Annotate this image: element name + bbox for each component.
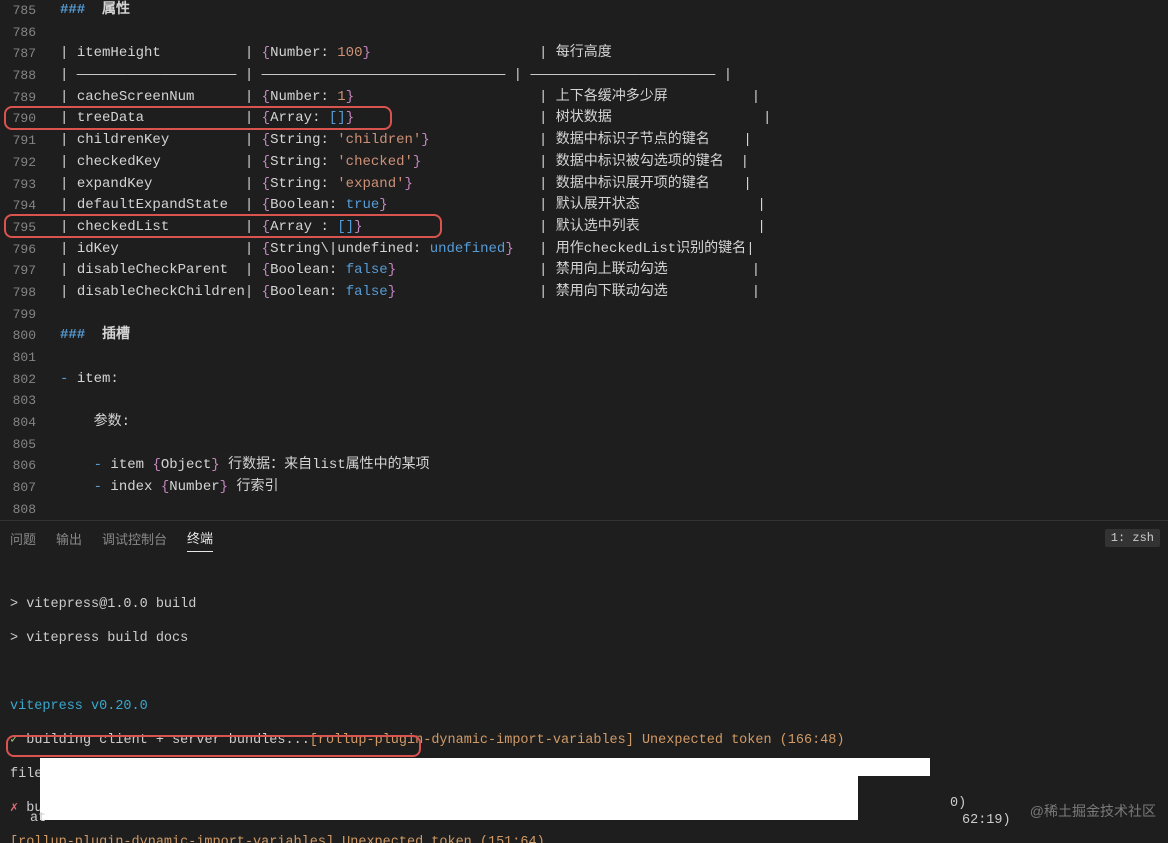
line-number: 794: [0, 195, 36, 217]
code-line[interactable]: [60, 347, 1168, 369]
code-line[interactable]: | childrenKey | {String: 'children'} | 数…: [60, 130, 1168, 152]
code-line[interactable]: | disableCheckChildren| {Boolean: false}…: [60, 282, 1168, 304]
code-line[interactable]: - index {Number} 行索引: [60, 477, 1168, 499]
line-number: 806: [0, 455, 36, 477]
code-line[interactable]: | cacheScreenNum | {Number: 1} | 上下各缓冲多少…: [60, 87, 1168, 109]
line-number: 786: [0, 22, 36, 44]
line-number: 803: [0, 390, 36, 412]
line-number: 798: [0, 282, 36, 304]
panel-tabs: 问题 输出 调试控制台 终端 1: zsh: [0, 520, 1168, 555]
tab-problems[interactable]: 问题: [10, 525, 36, 552]
code-line[interactable]: [60, 390, 1168, 412]
terminal-line: vitepress v0.20.0: [10, 698, 1158, 715]
line-number: 795: [0, 217, 36, 239]
code-line[interactable]: | treeData | {Array: []} | 树状数据 |: [60, 108, 1168, 130]
code-line[interactable]: | checkedList | {Array : []} | 默认选中列表 |: [60, 217, 1168, 239]
line-number: 787: [0, 43, 36, 65]
tab-debug-console[interactable]: 调试控制台: [102, 525, 167, 552]
terminal-line: > vitepress@1.0.0 build: [10, 596, 1158, 613]
code-line[interactable]: | expandKey | {String: 'expand'} | 数据中标识…: [60, 174, 1168, 196]
code-line[interactable]: [60, 499, 1168, 520]
terminal-line: > vitepress build docs: [10, 630, 1158, 647]
code-line[interactable]: - item {Object} 行数据：来自list属性中的某项: [60, 455, 1168, 477]
line-number: 805: [0, 434, 36, 456]
code-line[interactable]: [60, 304, 1168, 326]
line-number: 807: [0, 477, 36, 499]
line-number: 791: [0, 130, 36, 152]
code-line[interactable]: 参数:: [60, 412, 1168, 434]
line-number: 804: [0, 412, 36, 434]
code-line[interactable]: [60, 22, 1168, 44]
terminal-line: 0): [950, 795, 966, 812]
line-number: 785: [0, 0, 36, 22]
line-number: 802: [0, 369, 36, 391]
line-number: 796: [0, 239, 36, 261]
line-number: 799: [0, 304, 36, 326]
tab-output[interactable]: 输出: [56, 525, 82, 552]
line-number: 788: [0, 65, 36, 87]
line-number: 808: [0, 499, 36, 520]
terminal-line: [rollup-plugin-dynamic-import-variables]…: [10, 834, 1158, 843]
terminal-line: at: [30, 810, 46, 827]
line-number: 793: [0, 174, 36, 196]
line-number: 797: [0, 260, 36, 282]
code-line[interactable]: | idKey | {String\|undefined: undefined}…: [60, 239, 1168, 261]
code-line[interactable]: - item:: [60, 369, 1168, 391]
code-line[interactable]: ### 插槽: [60, 325, 1168, 347]
terminal-output[interactable]: > vitepress@1.0.0 build > vitepress buil…: [0, 555, 1168, 843]
line-number: 800: [0, 325, 36, 347]
line-number: 790: [0, 108, 36, 130]
code-line[interactable]: ### 属性: [60, 0, 1168, 22]
line-number: 789: [0, 87, 36, 109]
terminal-line: 62:19): [962, 812, 1011, 829]
code-line[interactable]: | ——————————————————— | ————————————————…: [60, 65, 1168, 87]
line-number: 792: [0, 152, 36, 174]
redacted-block: [40, 758, 930, 776]
editor-area[interactable]: 7857867877887897907917927937947957967977…: [0, 0, 1168, 520]
line-number: 801: [0, 347, 36, 369]
code-line[interactable]: | disableCheckParent | {Boolean: false} …: [60, 260, 1168, 282]
redacted-block: [40, 776, 858, 820]
terminal-selector[interactable]: 1: zsh: [1105, 529, 1160, 547]
code-line[interactable]: | checkedKey | {String: 'checked'} | 数据中…: [60, 152, 1168, 174]
code-content[interactable]: ### 属性 | itemHeight | {Number: 100} | 每行高…: [60, 0, 1168, 520]
line-number-gutter: 7857867877887897907917927937947957967977…: [0, 0, 48, 520]
code-line[interactable]: | defaultExpandState | {Boolean: true} |…: [60, 195, 1168, 217]
code-line[interactable]: | itemHeight | {Number: 100} | 每行高度: [60, 43, 1168, 65]
watermark: @稀土掘金技术社区: [1030, 801, 1156, 821]
tab-terminal[interactable]: 终端: [187, 524, 213, 552]
terminal-line: ✓ building client + server bundles...[ro…: [10, 732, 1158, 749]
code-line[interactable]: [60, 434, 1168, 456]
